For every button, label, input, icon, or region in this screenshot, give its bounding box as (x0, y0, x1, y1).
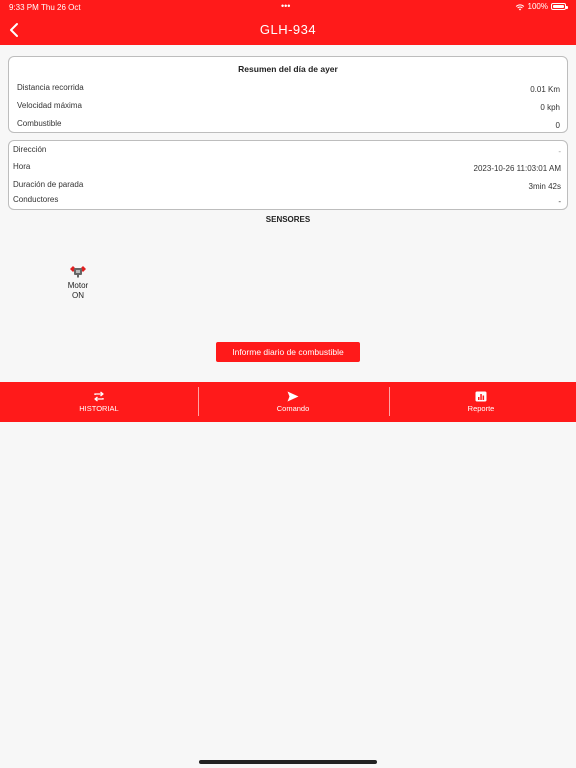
sensor-name: Motor (67, 281, 89, 290)
app-root: 9:33 PM Thu 26 Oct ••• 100% GLH-934 Resu… (0, 0, 576, 768)
summary-card: Resumen del día de ayer Distancia recorr… (8, 56, 568, 133)
detail-value-time: 2023-10-26 11:03:01 AM (473, 164, 561, 173)
detail-value-direction: - (558, 147, 561, 156)
summary-value-fuel: 0 (555, 121, 560, 130)
report-icon (475, 391, 487, 402)
summary-value-distance: 0.01 Km (530, 85, 560, 94)
status-date: Thu 26 Oct (41, 3, 81, 12)
details-card: Dirección - Hora 2023-10-26 11:03:01 AM … (8, 140, 568, 210)
summary-label-distance: Distancia recorrida (17, 83, 84, 92)
sensors-title: SENSORES (265, 215, 311, 224)
multitasking-dots[interactable]: ••• (281, 1, 290, 11)
detail-label-stop-duration: Duración de parada (13, 180, 84, 189)
sensor-state: ON (72, 291, 84, 300)
tab-reporte[interactable]: Reporte (385, 382, 576, 422)
battery-percent: 100% (527, 2, 548, 11)
engine-icon (70, 266, 86, 278)
sensor-engine[interactable]: Motor ON (58, 264, 98, 301)
fuel-report-button[interactable]: Informe diario de combustible (216, 342, 360, 362)
wifi-icon (515, 3, 524, 10)
home-indicator[interactable] (199, 760, 377, 764)
status-right: 100% (515, 2, 568, 11)
detail-value-drivers: - (558, 197, 561, 206)
summary-label-speed: Velocidad máxima (17, 101, 82, 110)
page-title: GLH-934 (259, 22, 317, 37)
repeat-icon (94, 391, 104, 402)
detail-value-stop-duration: 3min 42s (528, 182, 561, 191)
header-bar: 9:33 PM Thu 26 Oct ••• 100% GLH-934 (0, 0, 576, 45)
tab-reporte-label: Reporte (467, 404, 495, 413)
bottom-tab-bar: HISTORIAL Comando Reporte (0, 382, 576, 422)
status-bar: 9:33 PM Thu 26 Oct ••• 100% (0, 0, 576, 14)
status-time: 9:33 PM (9, 3, 39, 12)
tab-historial[interactable]: HISTORIAL (3, 382, 195, 422)
summary-label-fuel: Combustible (17, 119, 62, 128)
tab-historial-label: HISTORIAL (79, 404, 119, 413)
detail-label-direction: Dirección (13, 145, 47, 154)
battery-icon (551, 3, 568, 10)
summary-title: Resumen del día de ayer (238, 64, 338, 74)
detail-label-drivers: Conductores (13, 195, 59, 204)
summary-value-speed: 0 kph (540, 103, 560, 112)
send-icon (287, 391, 299, 402)
detail-label-time: Hora (13, 162, 31, 171)
tab-comando[interactable]: Comando (197, 382, 389, 422)
tab-comando-label: Comando (276, 404, 310, 413)
